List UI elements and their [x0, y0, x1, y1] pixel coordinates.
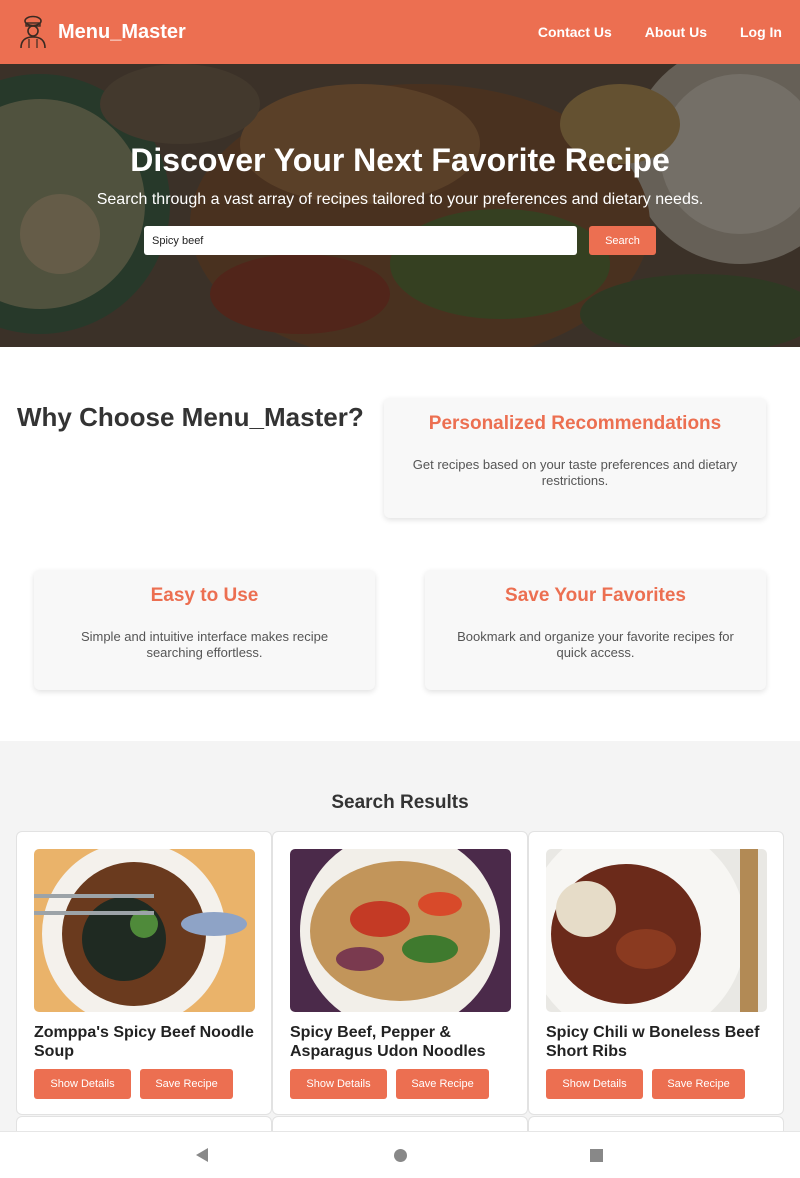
why-section-title: Why Choose Menu_Master?	[17, 402, 364, 432]
recipe-title[interactable]: Zomppa's Spicy Beef Noodle Soup	[34, 1023, 259, 1061]
feature-title: Easy to Use	[150, 585, 259, 606]
feature-card-easy: Easy to Use Simple and intuitive interfa…	[34, 570, 375, 690]
nav-about-us[interactable]: About Us	[645, 24, 707, 40]
feature-text: Get recipes based on your taste preferen…	[412, 457, 738, 488]
search-results-section: Search Results Zomppa's Spicy Beef Noodl…	[0, 741, 800, 1146]
save-recipe-button[interactable]: Save Recipe	[140, 1069, 233, 1099]
hero-banner: Discover Your Next Favorite Recipe Searc…	[0, 64, 800, 347]
feature-card-favorites: Save Your Favorites Bookmark and organiz…	[425, 570, 766, 690]
recipe-image[interactable]	[546, 849, 767, 1012]
top-navbar: Menu_Master Contact Us About Us Log In	[0, 0, 800, 64]
show-details-button[interactable]: Show Details	[34, 1069, 131, 1099]
nav-log-in[interactable]: Log In	[740, 24, 782, 40]
recipe-card: Spicy Beef, Pepper & Asparagus Udon Nood…	[272, 831, 528, 1115]
recipe-title[interactable]: Spicy Beef, Pepper & Asparagus Udon Nood…	[290, 1023, 515, 1061]
feature-card-personalized: Personalized Recommendations Get recipes…	[384, 398, 766, 518]
results-title: Search Results	[331, 792, 469, 813]
save-recipe-button[interactable]: Save Recipe	[652, 1069, 745, 1099]
system-nav-bar	[0, 1131, 800, 1178]
recipe-search-input[interactable]	[144, 226, 577, 255]
hero-subtitle: Search through a vast array of recipes t…	[96, 191, 704, 208]
nav-contact-us[interactable]: Contact Us	[538, 24, 612, 40]
home-icon[interactable]	[394, 1149, 407, 1162]
search-button[interactable]: Search	[589, 226, 656, 255]
recipe-title[interactable]: Spicy Chili w Boneless Beef Short Ribs	[546, 1023, 771, 1061]
back-icon[interactable]	[196, 1148, 208, 1162]
recipe-card: Spicy Chili w Boneless Beef Short Ribs S…	[528, 831, 784, 1115]
feature-title: Personalized Recommendations	[428, 413, 722, 434]
hero-title: Discover Your Next Favorite Recipe	[130, 142, 670, 178]
recent-apps-icon[interactable]	[590, 1149, 603, 1162]
feature-title: Save Your Favorites	[505, 585, 686, 606]
brand-name[interactable]: Menu_Master	[58, 21, 186, 44]
feature-text: Bookmark and organize your favorite reci…	[457, 629, 734, 660]
main-nav: Contact Us About Us Log In	[505, 24, 782, 40]
recipe-image[interactable]	[34, 849, 255, 1012]
recipe-image[interactable]	[290, 849, 511, 1012]
recipe-card: Zomppa's Spicy Beef Noodle Soup Show Det…	[16, 831, 272, 1115]
show-details-button[interactable]: Show Details	[290, 1069, 387, 1099]
show-details-button[interactable]: Show Details	[546, 1069, 643, 1099]
save-recipe-button[interactable]: Save Recipe	[396, 1069, 489, 1099]
feature-text: Simple and intuitive interface makes rec…	[80, 629, 329, 660]
chef-logo-icon[interactable]	[18, 15, 48, 49]
